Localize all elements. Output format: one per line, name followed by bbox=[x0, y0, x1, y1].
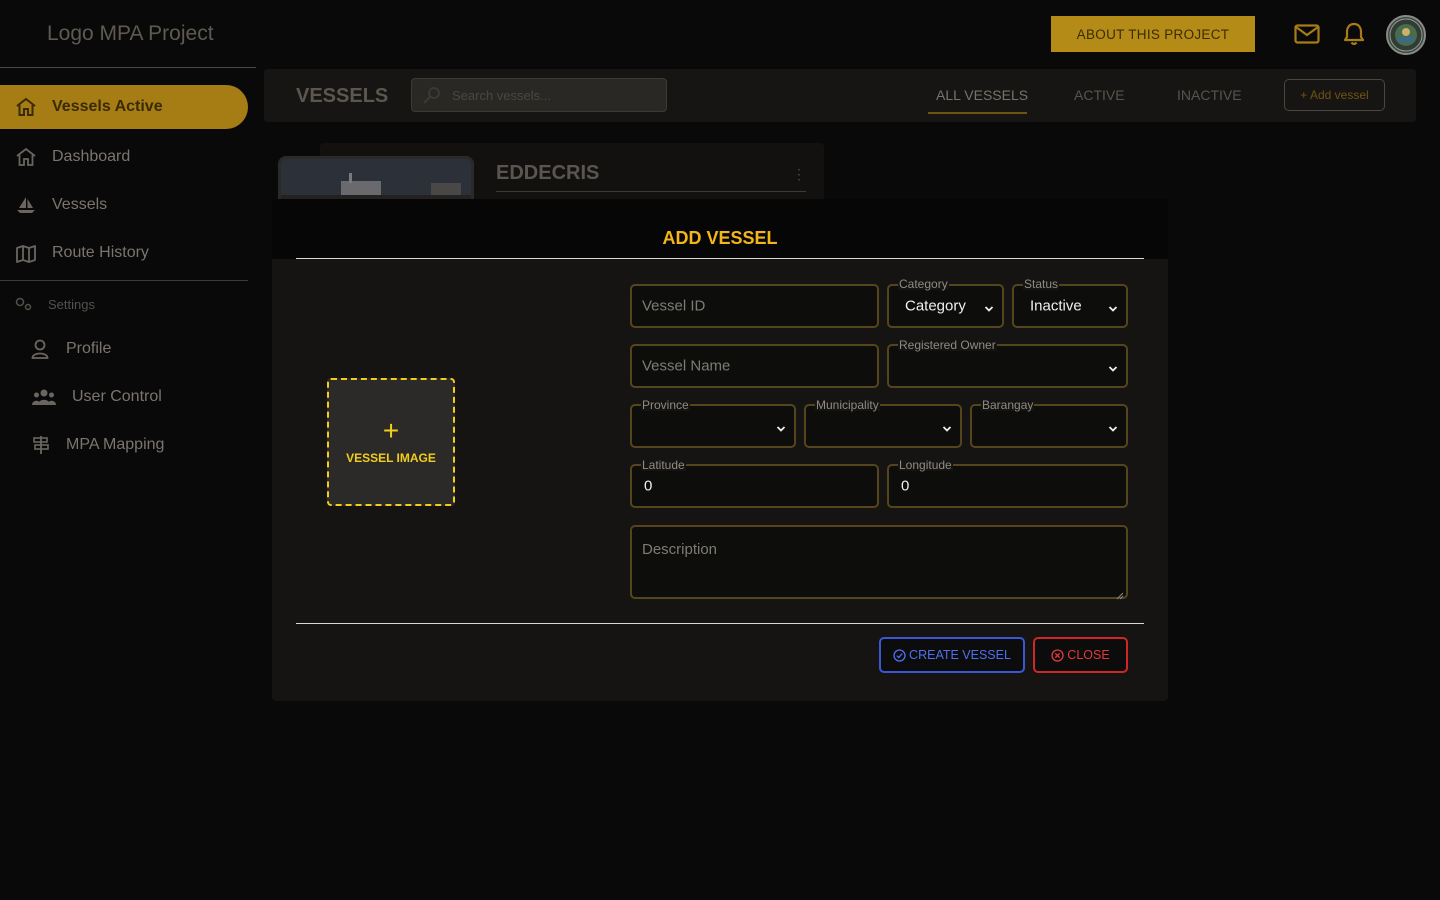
home-icon bbox=[14, 95, 38, 119]
chevron-down-icon bbox=[1108, 361, 1118, 372]
sidebar-item-dashboard[interactable]: Dashboard bbox=[0, 135, 130, 179]
sidebar-item-label: Vessels Active bbox=[52, 98, 163, 115]
modal-header-divider bbox=[296, 258, 1144, 259]
page-title: VESSELS bbox=[296, 85, 389, 107]
vessel-name-placeholder: Vessel Name bbox=[642, 357, 731, 375]
description-placeholder: Description bbox=[642, 541, 718, 558]
bell-icon[interactable] bbox=[1340, 20, 1368, 48]
check-circle-icon bbox=[893, 648, 909, 662]
chevron-down-icon bbox=[984, 301, 994, 312]
vessel-id-placeholder: Vessel ID bbox=[642, 297, 706, 315]
sidebar: Vessels Active Dashboard Vessels Route H… bbox=[0, 67, 256, 900]
registered-owner-label: Registered Owner bbox=[898, 338, 997, 352]
chevron-down-icon bbox=[1108, 301, 1118, 312]
category-value: Category bbox=[905, 297, 966, 315]
sailboat-icon bbox=[14, 193, 38, 217]
create-vessel-label: CREATE VESSEL bbox=[909, 648, 1011, 662]
app-root: Logo MPA Project ABOUT THIS PROJECT Vess… bbox=[0, 0, 1440, 900]
vessel-image-upload[interactable]: + VESSEL IMAGE bbox=[327, 378, 455, 506]
sidebar-item-vessels-active[interactable]: Vessels Active bbox=[0, 85, 248, 129]
modal-footer-divider bbox=[296, 623, 1144, 624]
tab-all-vessels[interactable]: ALL VESSELS bbox=[936, 87, 1028, 103]
signpost-icon bbox=[30, 433, 52, 457]
sidebar-item-route-history[interactable]: Route History bbox=[0, 231, 149, 275]
search-input[interactable]: Search vessels... bbox=[411, 78, 667, 112]
chevron-down-icon bbox=[942, 421, 952, 432]
sidebar-item-label: Profile bbox=[66, 340, 112, 357]
sidebar-item-mpa-mapping[interactable]: MPA Mapping bbox=[0, 423, 164, 467]
search-placeholder: Search vessels... bbox=[452, 87, 551, 103]
tab-active[interactable]: ACTIVE bbox=[1074, 87, 1125, 103]
latitude-label: Latitude bbox=[641, 458, 686, 472]
status-label: Status bbox=[1023, 277, 1060, 291]
more-options-icon[interactable]: ⋮ bbox=[792, 166, 806, 183]
user-icon bbox=[28, 337, 52, 361]
close-label: CLOSE bbox=[1067, 648, 1110, 662]
mail-icon[interactable] bbox=[1293, 20, 1321, 48]
longitude-value: 0 bbox=[901, 477, 910, 495]
close-button[interactable]: CLOSE bbox=[1033, 637, 1128, 673]
chevron-down-icon bbox=[776, 421, 786, 432]
active-tab-indicator bbox=[928, 112, 1027, 114]
users-icon bbox=[30, 385, 58, 409]
map-icon bbox=[14, 241, 38, 265]
resize-handle-icon[interactable] bbox=[1116, 587, 1124, 600]
app-logo: Logo MPA Project bbox=[47, 22, 214, 45]
create-vessel-button[interactable]: CREATE VESSEL bbox=[879, 637, 1025, 673]
vessel-image-label: VESSEL IMAGE bbox=[346, 451, 436, 465]
sidebar-divider bbox=[0, 280, 248, 281]
settings-label-text: Settings bbox=[48, 296, 95, 312]
sidebar-item-label: Vessels bbox=[52, 196, 108, 213]
sidebar-item-label: MPA Mapping bbox=[66, 436, 165, 453]
province-label: Province bbox=[641, 398, 690, 412]
chevron-down-icon bbox=[1108, 421, 1118, 432]
latitude-value: 0 bbox=[644, 477, 653, 495]
sidebar-item-label: User Control bbox=[72, 388, 162, 405]
avatar[interactable] bbox=[1386, 15, 1426, 55]
close-circle-icon bbox=[1051, 648, 1067, 662]
about-project-button[interactable]: ABOUT THIS PROJECT bbox=[1051, 16, 1255, 52]
home-icon bbox=[14, 145, 38, 169]
vessel-card-divider bbox=[496, 191, 806, 192]
content-header: VESSELS Search vessels... ALL VESSELS AC… bbox=[264, 69, 1416, 122]
category-label: Category bbox=[898, 277, 949, 291]
sidebar-item-user-control[interactable]: User Control bbox=[0, 375, 162, 419]
add-vessel-modal: ADD VESSEL + VESSEL IMAGE Vessel ID Cate… bbox=[272, 199, 1168, 701]
description-textarea[interactable]: Description bbox=[630, 525, 1128, 600]
barangay-label: Barangay bbox=[981, 398, 1035, 412]
add-vessel-button[interactable]: + Add vessel bbox=[1284, 79, 1385, 111]
plus-icon: + bbox=[382, 415, 400, 446]
sidebar-item-profile[interactable]: Profile bbox=[0, 327, 111, 371]
modal-title: ADD VESSEL bbox=[662, 228, 778, 248]
vessel-id-input[interactable]: Vessel ID bbox=[630, 284, 879, 328]
vessel-name-input[interactable]: Vessel Name bbox=[630, 344, 879, 388]
status-value: Inactive bbox=[1030, 297, 1082, 315]
sidebar-item-vessels[interactable]: Vessels bbox=[0, 183, 107, 227]
sidebar-item-label: Dashboard bbox=[52, 148, 131, 165]
longitude-label: Longitude bbox=[898, 458, 953, 472]
tab-inactive[interactable]: INACTIVE bbox=[1177, 87, 1242, 103]
settings-icon bbox=[14, 296, 34, 312]
settings-section-label: Settings bbox=[14, 296, 95, 312]
vessel-name: EDDECRIS bbox=[496, 162, 600, 184]
municipality-label: Municipality bbox=[815, 398, 880, 412]
sidebar-item-label: Route History bbox=[52, 244, 149, 261]
search-icon bbox=[422, 86, 442, 104]
